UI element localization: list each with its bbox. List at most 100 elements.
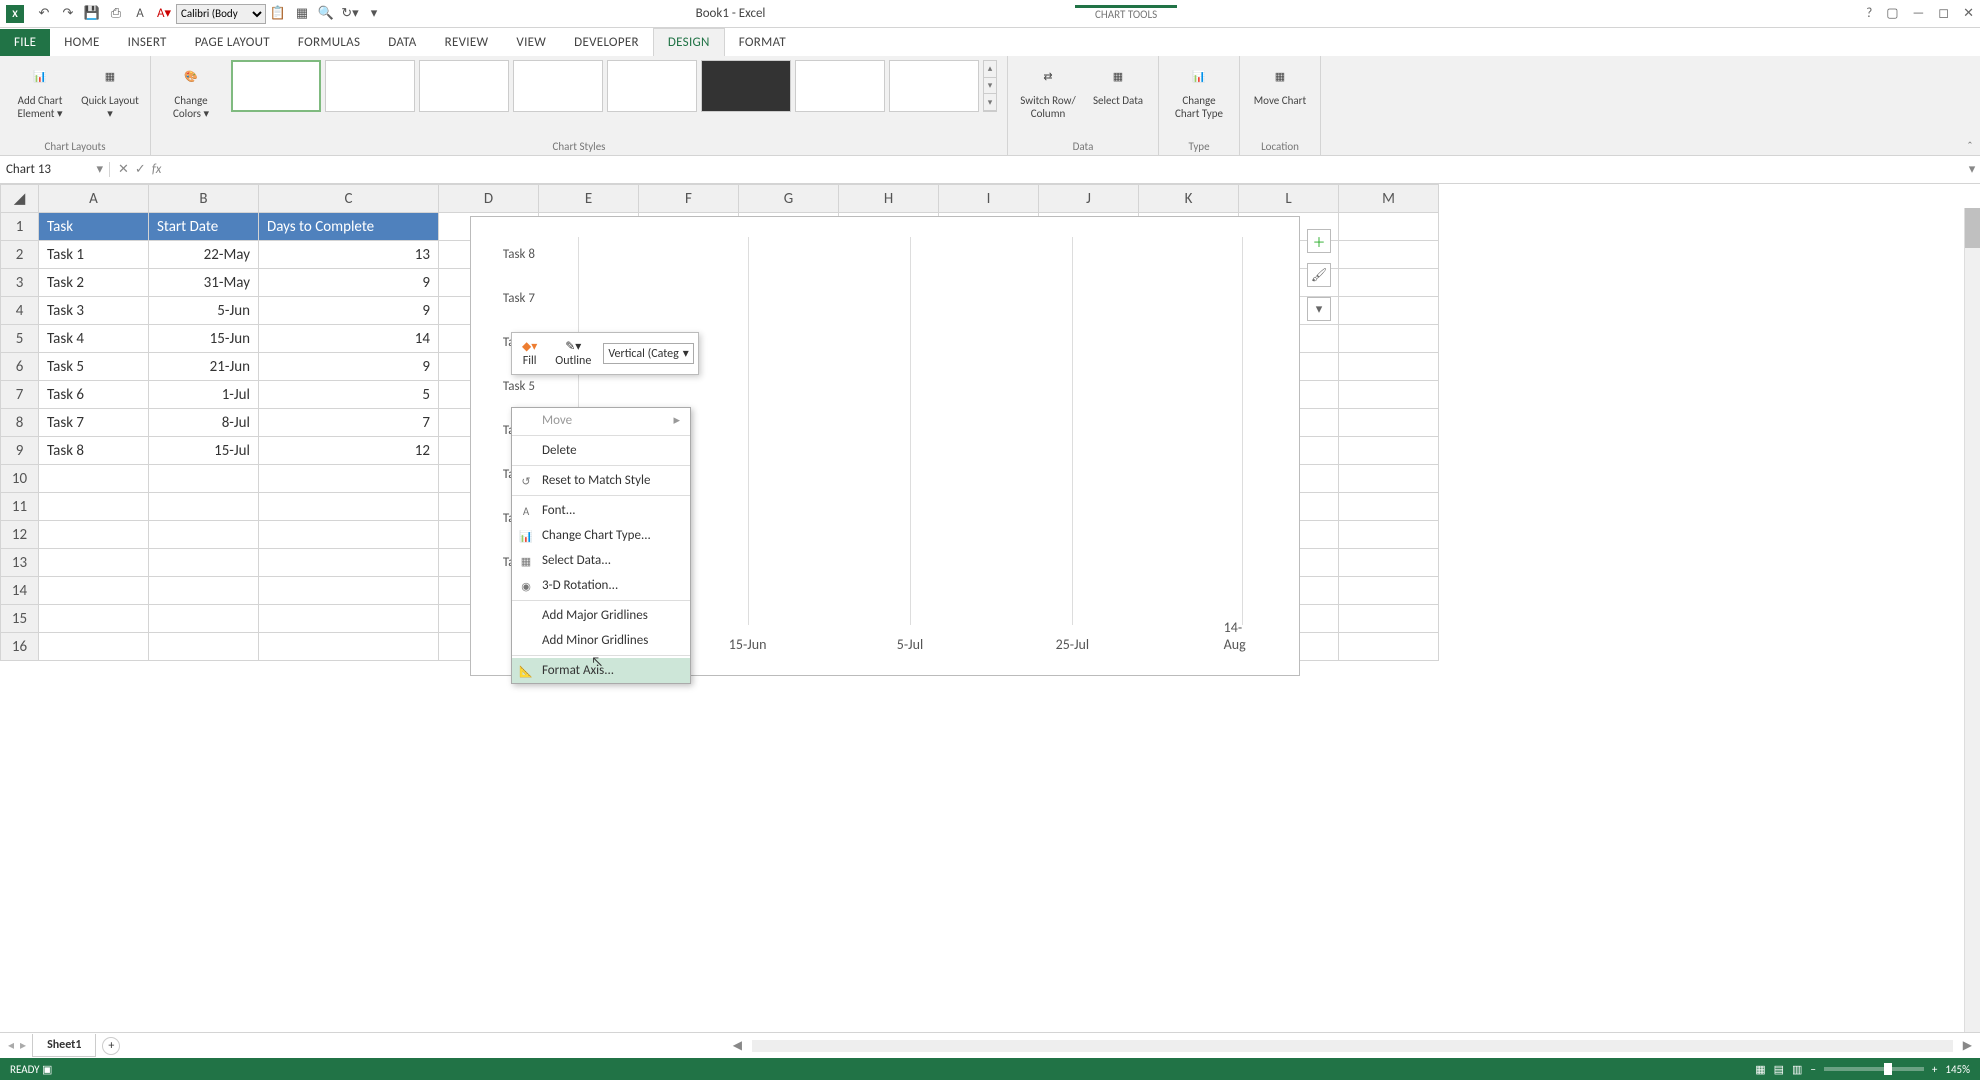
cell-a2[interactable]: Task 1 [39, 241, 149, 269]
cell-c1[interactable]: Days to Complete [259, 213, 439, 241]
qat-btn-3[interactable]: 🔍 [314, 3, 338, 25]
row-header-9[interactable]: 9 [1, 437, 39, 465]
cell-c2[interactable]: 13 [259, 241, 439, 269]
formula-expand-button[interactable]: ▾ [1964, 162, 1980, 177]
cell-c7[interactable]: 5 [259, 381, 439, 409]
col-header-g[interactable]: G [739, 185, 839, 213]
cell-c6[interactable]: 9 [259, 353, 439, 381]
cell-a8[interactable]: Task 7 [39, 409, 149, 437]
row-header-1[interactable]: 1 [1, 213, 39, 241]
outline-button[interactable]: ✎▾ Outline [549, 337, 597, 370]
move-chart-button[interactable]: ▦ Move Chart [1250, 60, 1310, 107]
ctx-change-chart-type[interactable]: 📊Change Chart Type... [512, 523, 690, 548]
col-header-d[interactable]: D [439, 185, 539, 213]
cell-a9[interactable]: Task 8 [39, 437, 149, 465]
ribbon-options-button[interactable]: ▢ [1886, 6, 1898, 21]
ctx-add-major-gridlines[interactable]: Add Major Gridlines [512, 603, 690, 628]
row-header-13[interactable]: 13 [1, 549, 39, 577]
tab-developer[interactable]: DEVELOPER [560, 29, 653, 56]
ctx-font[interactable]: AFont... [512, 498, 690, 523]
view-normal-button[interactable]: ▦ [1755, 1063, 1765, 1076]
zoom-slider[interactable] [1824, 1067, 1924, 1071]
col-header-k[interactable]: K [1139, 185, 1239, 213]
row-header-6[interactable]: 6 [1, 353, 39, 381]
col-header-i[interactable]: I [939, 185, 1039, 213]
row-header-14[interactable]: 14 [1, 577, 39, 605]
cell-a3[interactable]: Task 2 [39, 269, 149, 297]
minimize-button[interactable]: — [1913, 6, 1925, 21]
cell-a7[interactable]: Task 6 [39, 381, 149, 409]
ctx-select-data[interactable]: ▦Select Data... [512, 548, 690, 573]
cell-b6[interactable]: 21-Jun [149, 353, 259, 381]
qat-btn-2[interactable]: ▦ [290, 3, 314, 25]
col-header-b[interactable]: B [149, 185, 259, 213]
close-button[interactable]: ✕ [1963, 6, 1974, 21]
col-header-f[interactable]: F [639, 185, 739, 213]
row-header-12[interactable]: 12 [1, 521, 39, 549]
cell-b5[interactable]: 15-Jun [149, 325, 259, 353]
sheet-tab-sheet1[interactable]: Sheet1 [32, 1034, 96, 1057]
fill-button[interactable]: ◆▾ Fill [516, 337, 543, 370]
cell-b2[interactable]: 22-May [149, 241, 259, 269]
cell-b9[interactable]: 15-Jul [149, 437, 259, 465]
embedded-chart[interactable]: ＋ 🖌 ▾ 26-May15-Jun5-Jul25-Jul14-AugTask … [470, 216, 1300, 676]
row-header-15[interactable]: 15 [1, 605, 39, 633]
font-size-button[interactable]: A [128, 3, 152, 25]
tab-data[interactable]: DATA [374, 29, 430, 56]
view-layout-button[interactable]: ▤ [1774, 1063, 1784, 1076]
cell-b7[interactable]: 1-Jul [149, 381, 259, 409]
tab-formulas[interactable]: FORMULAS [284, 29, 374, 56]
cell-b1[interactable]: Start Date [149, 213, 259, 241]
chart-style-6[interactable] [701, 60, 791, 112]
font-name-combo[interactable]: Calibri (Body [176, 4, 266, 24]
ribbon-collapse-button[interactable]: ˆ [1960, 56, 1980, 155]
col-header-e[interactable]: E [539, 185, 639, 213]
vertical-scrollbar[interactable] [1964, 208, 1980, 1032]
switch-row-column-button[interactable]: ⇄ Switch Row/ Column [1018, 60, 1078, 120]
cell-a4[interactable]: Task 3 [39, 297, 149, 325]
cell-c4[interactable]: 9 [259, 297, 439, 325]
tab-view[interactable]: VIEW [502, 29, 560, 56]
cancel-formula-button[interactable]: ✕ [118, 162, 129, 177]
cell-a1[interactable]: Task [39, 213, 149, 241]
row-header-4[interactable]: 4 [1, 297, 39, 325]
row-header-3[interactable]: 3 [1, 269, 39, 297]
ctx-add-minor-gridlines[interactable]: Add Minor Gridlines [512, 628, 690, 653]
chart-style-3[interactable] [419, 60, 509, 112]
qat-btn-1[interactable]: 📋 [266, 3, 290, 25]
zoom-level[interactable]: 145% [1945, 1063, 1970, 1076]
chart-style-1[interactable] [231, 60, 321, 112]
col-header-l[interactable]: L [1239, 185, 1339, 213]
select-data-button[interactable]: ▦ Select Data [1088, 60, 1148, 107]
row-header-8[interactable]: 8 [1, 409, 39, 437]
ctx-3d-rotation[interactable]: ◉3-D Rotation... [512, 573, 690, 598]
row-header-5[interactable]: 5 [1, 325, 39, 353]
select-all-button[interactable]: ◢ [1, 185, 39, 213]
cell-a5[interactable]: Task 4 [39, 325, 149, 353]
chart-styles-button[interactable]: 🖌 [1307, 263, 1331, 287]
tab-review[interactable]: REVIEW [431, 29, 503, 56]
add-chart-element-button[interactable]: 📊 Add Chart Element ▾ [10, 60, 70, 120]
ctx-reset[interactable]: ↺Reset to Match Style [512, 468, 690, 493]
macro-record-icon[interactable]: ▣ [42, 1063, 52, 1076]
hscroll-left[interactable]: ◀ [733, 1038, 742, 1053]
row-header-7[interactable]: 7 [1, 381, 39, 409]
tab-file[interactable]: FILE [0, 29, 50, 56]
col-header-a[interactable]: A [39, 185, 149, 213]
tab-home[interactable]: HOME [50, 29, 113, 56]
enter-formula-button[interactable]: ✓ [135, 162, 146, 177]
chart-style-2[interactable] [325, 60, 415, 112]
zoom-in-button[interactable]: + [1932, 1063, 1937, 1076]
save-button[interactable]: 💾 [80, 3, 104, 25]
ctx-delete[interactable]: Delete [512, 438, 690, 463]
hscroll-right[interactable]: ▶ [1963, 1038, 1972, 1053]
qat-btn-4[interactable]: ↻▾ [338, 3, 362, 25]
tab-page-layout[interactable]: PAGE LAYOUT [181, 29, 284, 56]
chart-style-8[interactable] [889, 60, 979, 112]
cell-b3[interactable]: 31-May [149, 269, 259, 297]
change-colors-button[interactable]: 🎨 Change Colors ▾ [161, 60, 221, 120]
row-header-10[interactable]: 10 [1, 465, 39, 493]
row-header-16[interactable]: 16 [1, 633, 39, 661]
change-chart-type-button[interactable]: 📊 Change Chart Type [1169, 60, 1229, 120]
tab-design[interactable]: DESIGN [653, 28, 725, 56]
